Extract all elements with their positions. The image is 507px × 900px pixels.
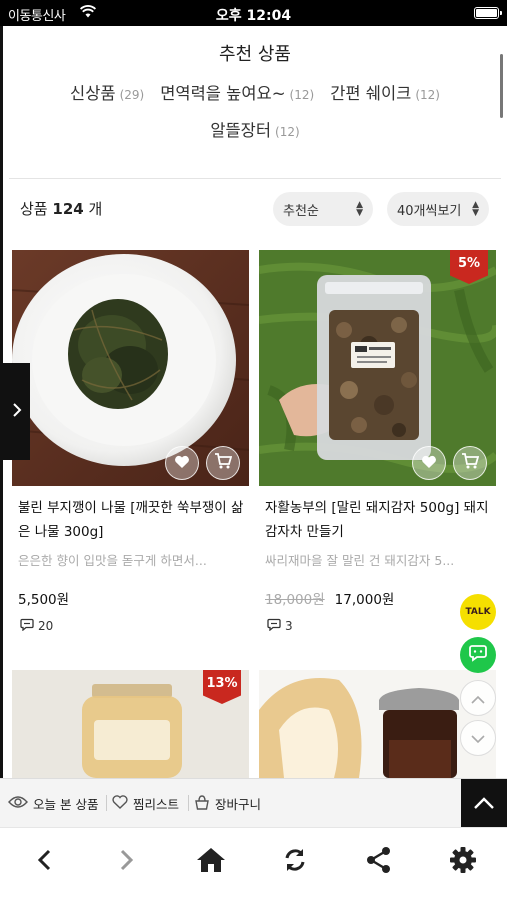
heart-icon xyxy=(421,454,437,473)
chat-icon xyxy=(468,643,488,667)
quick-bar: 오늘 본 상품 찜리스트 장바구니 xyxy=(0,778,507,828)
scroll-up-button[interactable] xyxy=(460,680,496,716)
share-button[interactable] xyxy=(359,844,399,880)
sort-select[interactable]: 추천순 ▲ ▼ xyxy=(273,192,373,226)
scroll-to-top-button[interactable] xyxy=(461,779,507,828)
cart-icon xyxy=(461,453,480,473)
category-tab-shake[interactable]: 간편 쉐이크 (12) xyxy=(330,82,440,107)
side-menu-toggle[interactable] xyxy=(3,363,30,460)
separator xyxy=(106,795,107,811)
chevron-right-icon xyxy=(12,402,22,421)
per-page-select[interactable]: 40개씩보기 ▲ ▼ xyxy=(387,192,489,226)
page-title: 추천 상품 xyxy=(219,44,291,65)
back-button[interactable] xyxy=(24,844,64,880)
heart-icon xyxy=(174,454,190,473)
share-icon xyxy=(365,846,393,878)
heart-outline-icon xyxy=(112,795,128,812)
product-title[interactable]: 불린 부지깽이 나물 [깨끗한 쑥부쟁이 삶은 나물 300g] xyxy=(18,496,248,544)
category-tab-new[interactable]: 신상품 (29) xyxy=(70,82,144,107)
main-content: 추천 상품 신상품 (29) 면역력을 높여요~ (12) 간편 쉐이크 (12) 알… xyxy=(3,26,507,778)
gear-icon xyxy=(449,846,477,878)
status-bar: 이동통신사 오후 12:04 xyxy=(0,0,507,26)
settings-button[interactable] xyxy=(443,844,483,880)
kakao-talk-button[interactable]: TALK xyxy=(460,594,496,630)
cart-link[interactable]: 장바구니 xyxy=(194,794,261,813)
recent-products-link[interactable]: 오늘 본 상품 xyxy=(8,794,98,813)
category-tab-immunity[interactable]: 면역력을 높여요~ (12) xyxy=(160,82,314,107)
chevron-left-icon xyxy=(37,849,51,875)
wishlist-button[interactable] xyxy=(165,446,199,480)
product-count: 상품 124 개 xyxy=(20,200,103,218)
forward-button[interactable] xyxy=(107,844,147,880)
chevron-down-icon xyxy=(471,729,485,748)
product-price: 5,500원 xyxy=(18,592,70,608)
clock: 오후 12:04 xyxy=(215,8,292,24)
original-price: 18,000원 xyxy=(265,592,325,608)
browser-toolbar xyxy=(0,827,507,900)
updown-icon: ▲ ▼ xyxy=(472,200,479,218)
home-icon xyxy=(196,847,226,877)
review-count: 20 xyxy=(20,618,53,634)
product-image-jerusalem-artichoke[interactable]: 5% xyxy=(259,250,496,486)
battery-icon xyxy=(474,7,502,19)
chat-button[interactable] xyxy=(460,637,496,673)
product-image-greens[interactable] xyxy=(12,250,249,486)
category-tab-bargain[interactable]: 알뜰장터 (12) xyxy=(210,119,299,144)
add-to-cart-button[interactable] xyxy=(453,446,487,480)
product-desc: 싸리재마을 잘 말린 건 돼지감자 5... xyxy=(265,553,455,568)
scrollbar[interactable] xyxy=(500,54,503,118)
product-image-pear-jam[interactable] xyxy=(259,670,496,778)
category-tabs: 신상품 (29) 면역력을 높여요~ (12) 간편 쉐이크 (12) 알뜰장터 (12… xyxy=(3,82,507,156)
refresh-button[interactable] xyxy=(275,844,315,880)
add-to-cart-button[interactable] xyxy=(206,446,240,480)
divider xyxy=(9,178,501,179)
updown-icon: ▲ ▼ xyxy=(356,200,363,218)
wishlist-button[interactable] xyxy=(412,446,446,480)
comment-icon xyxy=(267,618,281,634)
product-desc: 은은한 향이 입맛을 돋구게 하면서... xyxy=(18,553,207,568)
comment-icon xyxy=(20,618,34,634)
eye-icon xyxy=(8,795,28,812)
chevron-up-icon xyxy=(471,689,485,708)
product-image-honey-jar[interactable]: 13% xyxy=(12,670,249,778)
chevron-right-icon xyxy=(120,849,134,875)
home-button[interactable] xyxy=(191,844,231,880)
talk-label: TALK xyxy=(465,607,491,617)
chevron-up-icon xyxy=(474,794,494,813)
product-title[interactable]: 자활농부의 [말린 돼지감자 500g] 돼지감자차 만들기 xyxy=(265,496,495,544)
separator xyxy=(188,795,189,811)
wishlist-link[interactable]: 찜리스트 xyxy=(112,794,179,813)
refresh-icon xyxy=(282,847,308,877)
review-count: 3 xyxy=(267,618,293,634)
scroll-down-button[interactable] xyxy=(460,720,496,756)
cart-icon xyxy=(214,453,233,473)
product-price: 18,000원 17,000원 xyxy=(265,592,395,608)
basket-icon xyxy=(194,794,210,813)
